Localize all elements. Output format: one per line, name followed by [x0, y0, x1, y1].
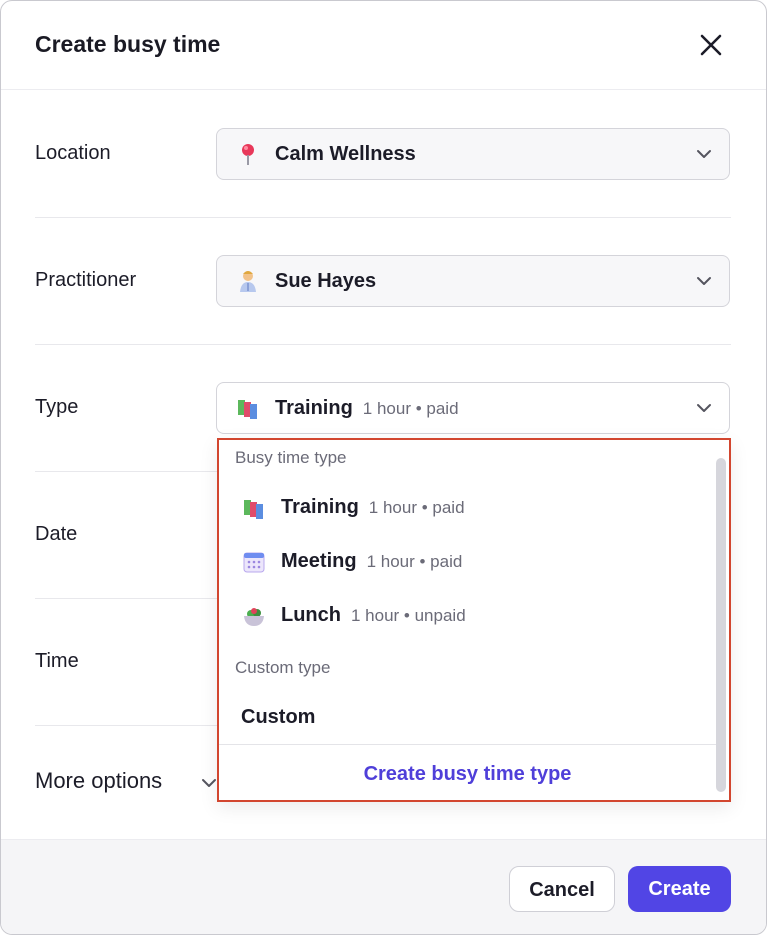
date-label: Date: [35, 523, 78, 545]
type-select[interactable]: Training 1 hour • paid: [216, 382, 730, 434]
dialog-title: Create busy time: [35, 31, 221, 57]
type-value-meta: 1 hour • paid: [362, 399, 459, 418]
option-meeting[interactable]: Meeting 1 hour • paid: [235, 540, 715, 584]
time-label: Time: [35, 650, 79, 672]
calendar-icon: [243, 552, 265, 573]
chevron-down-icon[interactable]: [200, 776, 218, 790]
option-lunch[interactable]: Lunch 1 hour • unpaid: [235, 594, 715, 638]
dropdown-scrollbar[interactable]: [716, 458, 728, 792]
cancel-button[interactable]: Cancel: [509, 866, 615, 912]
salad-bowl-icon: [244, 608, 264, 626]
busy-time-type-group-label: Busy time type: [235, 448, 347, 467]
option-custom[interactable]: Custom: [235, 696, 715, 740]
dialog-header: Create busy time: [1, 1, 766, 90]
books-icon: [244, 500, 263, 519]
option-name: Meeting: [281, 550, 357, 572]
dropdown-divider: [219, 744, 716, 745]
option-name: Training: [281, 496, 359, 518]
option-training-label: Training 1 hour • paid: [281, 496, 465, 519]
option-meeting-label: Meeting 1 hour • paid: [281, 550, 462, 573]
chevron-down-icon: [697, 150, 711, 158]
divider: [35, 344, 731, 345]
location-value: Calm Wellness: [275, 143, 416, 165]
dialog-footer: Cancel Create: [1, 839, 766, 934]
location-select[interactable]: Calm Wellness: [216, 128, 730, 180]
practitioner-select[interactable]: Sue Hayes: [216, 255, 730, 307]
option-meta: 1 hour • paid: [368, 498, 465, 517]
close-icon[interactable]: [695, 29, 727, 61]
practitioner-value: Sue Hayes: [275, 270, 377, 292]
practitioner-label: Practitioner: [35, 269, 137, 291]
chevron-down-icon: [697, 404, 711, 412]
option-meta: 1 hour • unpaid: [351, 606, 466, 625]
scrollbar-thumb[interactable]: [716, 458, 726, 792]
pin-icon: [242, 144, 254, 165]
option-training[interactable]: Training 1 hour • paid: [235, 486, 715, 530]
option-meta: 1 hour • paid: [366, 552, 463, 571]
create-busy-time-type-link[interactable]: Create busy time type: [219, 750, 716, 798]
custom-type-group-label: Custom type: [235, 658, 331, 677]
type-value-name: Training: [275, 397, 353, 419]
type-label: Type: [35, 396, 79, 418]
option-custom-label: Custom: [241, 706, 316, 728]
chevron-down-icon: [697, 277, 711, 285]
create-busy-time-dialog: Create busy time Location Calm Wellness …: [0, 0, 767, 935]
location-label: Location: [35, 142, 111, 164]
books-icon: [238, 400, 257, 419]
type-dropdown-menu: Busy time type Training 1 hour • paid Mee…: [217, 438, 731, 802]
type-value: Training 1 hour • paid: [275, 397, 459, 420]
option-name: Lunch: [281, 604, 341, 626]
person-icon: [240, 271, 256, 292]
option-lunch-label: Lunch 1 hour • unpaid: [281, 604, 466, 627]
create-button[interactable]: Create: [628, 866, 731, 912]
divider: [35, 217, 731, 218]
more-options-toggle[interactable]: More options: [35, 768, 162, 794]
